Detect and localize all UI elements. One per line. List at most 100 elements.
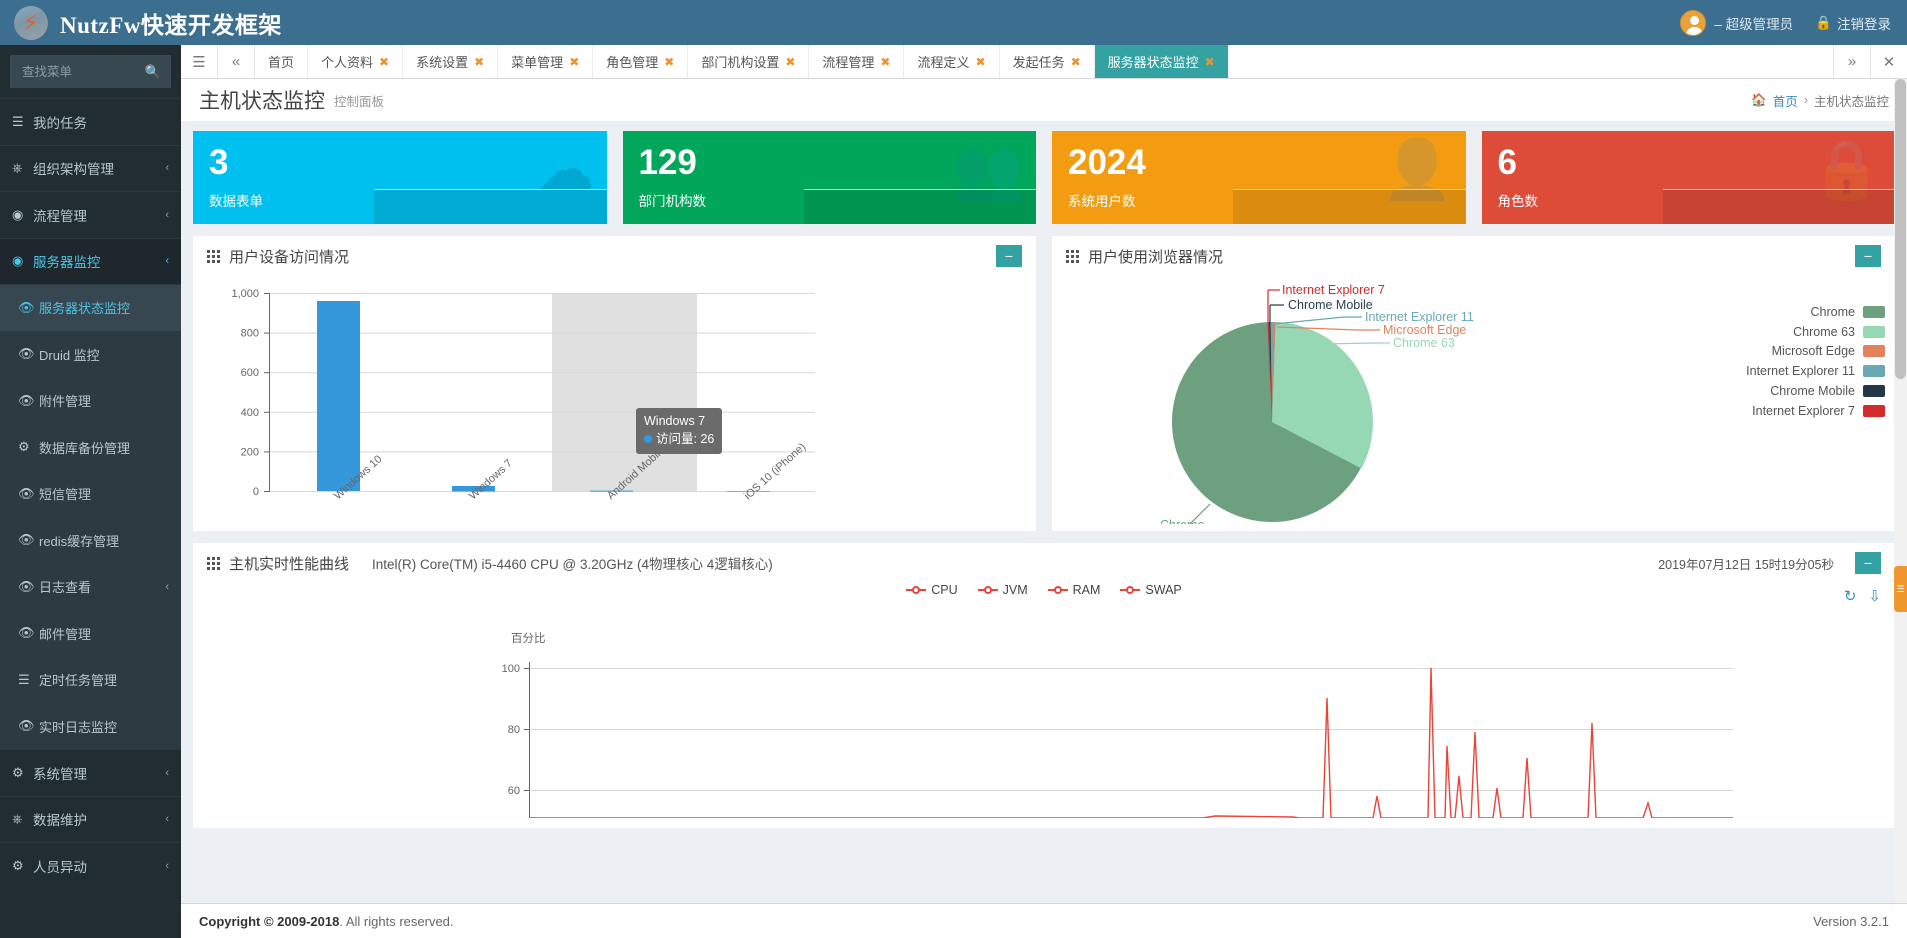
sidebar-item-label: 数据库备份管理 [39, 440, 131, 456]
sidebar-item-8[interactable]: 👁 短信管理 [0, 470, 181, 517]
sidebar-item-label: Druid 监控 [39, 347, 100, 363]
perf-panel-collapse-button[interactable]: − [1855, 552, 1881, 574]
breadcrumb-separator: › [1803, 93, 1808, 107]
tab-3[interactable]: 菜单管理 ✖ [498, 45, 594, 78]
dashboard-icon: ◉ [12, 253, 24, 269]
sidebar-item-9[interactable]: 👁 redis缓存管理 [0, 516, 181, 563]
pie-legend-item-0[interactable]: Chrome [1746, 302, 1885, 322]
sidebar-item-16[interactable]: ⚙ 人员异动 ‹ [0, 842, 181, 889]
perf-legend: CPU JVM RAM SWAP [193, 583, 1895, 597]
info-box-more-link[interactable]: 查看详情➤ [374, 189, 607, 224]
scrollbar-thumb[interactable] [1895, 79, 1906, 379]
tab-8[interactable]: 发起任务 ✖ [1000, 45, 1095, 78]
browser-usage-panel: 用户使用浏览器情况 − Internet Explorer 7 Chrome M… [1052, 236, 1895, 531]
tab-close-icon[interactable]: ✖ [569, 55, 579, 69]
sidebar-item-14[interactable]: ⚙ 系统管理 ‹ [0, 749, 181, 796]
device-panel-collapse-button[interactable]: − [996, 245, 1022, 267]
tab-close-icon[interactable]: ✖ [474, 55, 484, 69]
pie-legend-item-4[interactable]: Chrome Mobile [1746, 381, 1885, 401]
tab-0[interactable]: 首页 [255, 45, 309, 78]
tasks-icon: ☰ [18, 671, 30, 687]
brand-area[interactable]: NutzFw快速开发框架 [0, 0, 281, 45]
main-content: 主机状态监控 控制面板 🏠 首页 › 主机状态监控 ☁3数据表单查看详情➤👥12… [181, 79, 1907, 903]
tabs-close-all-icon[interactable]: ✕ [1870, 45, 1907, 78]
tab-close-icon[interactable]: ✖ [1205, 55, 1215, 69]
sidebar-item-2[interactable]: ◉ 流程管理 ‹ [0, 191, 181, 238]
sidebar-item-15[interactable]: ⎈ 数据维护 ‹ [0, 795, 181, 843]
tab-close-icon[interactable]: ✖ [664, 55, 674, 69]
sidebar-item-10[interactable]: 👁 日志查看 ‹ [0, 563, 181, 610]
host-performance-panel: 主机实时性能曲线 Intel(R) Core(TM) i5-4460 CPU @… [193, 543, 1895, 828]
sidebar-item-5[interactable]: 👁 Druid 监控 [0, 330, 181, 377]
sidebar-item-0[interactable]: ☰ 我的任务 [0, 98, 181, 145]
svg-text:0: 0 [253, 486, 259, 498]
tab-5[interactable]: 部门机构设置 ✖ [688, 45, 810, 78]
tooltip-series-label: 访问量 [656, 432, 694, 447]
perf-timestamp: 2019年07月12日 15时19分05秒 [1658, 557, 1834, 572]
device-panel-title: 用户设备访问情况 [229, 248, 350, 266]
perf-legend-item-2[interactable]: RAM [1047, 583, 1100, 597]
tab-close-icon[interactable]: ✖ [976, 55, 986, 69]
download-icon[interactable]: ⇩ [1868, 587, 1881, 605]
perf-legend-item-1[interactable]: JVM [977, 583, 1028, 597]
tab-close-icon[interactable]: ✖ [880, 55, 890, 69]
pie-legend-item-3[interactable]: Internet Explorer 11 [1746, 361, 1885, 381]
tab-9[interactable]: 服务器状态监控 ✖ [1094, 45, 1229, 78]
app-logo-icon [14, 5, 48, 40]
tabs-prev-icon[interactable]: « [218, 45, 255, 78]
chevron-left-icon: ‹ [165, 580, 169, 593]
sidebar-item-13[interactable]: 👁 实时日志监控 [0, 702, 181, 749]
pie-legend-item-5[interactable]: Internet Explorer 7 [1746, 401, 1885, 421]
page-scrollbar[interactable] [1894, 79, 1907, 903]
tab-2[interactable]: 系统设置 ✖ [403, 45, 499, 78]
sidebar-item-12[interactable]: ☰ 定时任务管理 [0, 656, 181, 703]
pie-legend-label: Chrome 63 [1793, 324, 1855, 339]
grid-icon [207, 556, 220, 570]
breadcrumb: 🏠 首页 › 主机状态监控 [1751, 91, 1889, 110]
menu-search-box[interactable]: 🔍 [10, 55, 171, 88]
tab-6[interactable]: 流程管理 ✖ [809, 45, 905, 78]
tab-close-icon[interactable]: ✖ [379, 55, 389, 69]
user-menu[interactable]: – 超级管理员 [1680, 9, 1793, 36]
perf-legend-item-3[interactable]: SWAP [1120, 583, 1182, 597]
pie-legend-item-1[interactable]: Chrome 63 [1746, 322, 1885, 342]
perf-panel-subtitle: Intel(R) Core(TM) i5-4460 CPU @ 3.20GHz … [372, 557, 773, 572]
info-box-0: ☁3数据表单查看详情➤ [193, 131, 607, 224]
breadcrumb-home[interactable]: 首页 [1773, 91, 1798, 110]
sidebar-item-4[interactable]: 👁 服务器状态监控 [0, 284, 181, 331]
search-input[interactable] [20, 63, 145, 80]
sidebar-item-11[interactable]: 👁 邮件管理 [0, 609, 181, 656]
svg-text:600: 600 [241, 367, 259, 379]
sidebar-item-3[interactable]: ◉ 服务器监控 ‹ [0, 237, 181, 284]
eye-icon: 👁 [18, 485, 35, 501]
info-box-more-link[interactable]: 查看详情➤ [1662, 189, 1895, 224]
device-panel-header: 用户设备访问情况 − [193, 236, 1036, 276]
sidebar-item-6[interactable]: 👁 附件管理 [0, 377, 181, 424]
browser-panel-collapse-button[interactable]: − [1855, 245, 1881, 267]
legend-marker-icon [977, 586, 998, 594]
avatar [1680, 9, 1707, 36]
pie-legend-item-2[interactable]: Microsoft Edge [1746, 342, 1885, 362]
refresh-icon[interactable]: ↻ [1844, 587, 1857, 605]
info-box-more-link[interactable]: 查看详情➤ [803, 189, 1036, 224]
svg-text:Chrome 63: Chrome 63 [1393, 336, 1455, 350]
tab-1[interactable]: 个人资料 ✖ [308, 45, 404, 78]
sidebar-item-1[interactable]: ⎈ 组织架构管理 ‹ [0, 144, 181, 192]
gears-icon: ⚙ [18, 439, 30, 455]
tab-4[interactable]: 角色管理 ✖ [593, 45, 689, 78]
info-box-more-link[interactable]: 查看详情➤ [1233, 189, 1466, 224]
perf-legend-label: SWAP [1145, 583, 1182, 597]
tab-7[interactable]: 流程定义 ✖ [904, 45, 1000, 78]
pie-legend-swatch [1863, 305, 1885, 318]
tab-label: 个人资料 [321, 55, 374, 70]
tab-close-icon[interactable]: ✖ [1071, 55, 1081, 69]
perf-panel-header: 主机实时性能曲线 Intel(R) Core(TM) i5-4460 CPU @… [193, 543, 1895, 583]
sidebar-item-7[interactable]: ⚙ 数据库备份管理 [0, 423, 181, 470]
logout-button[interactable]: 🔒 注销登录 [1815, 13, 1891, 33]
search-icon[interactable]: 🔍 [145, 64, 161, 80]
perf-legend-item-0[interactable]: CPU [906, 583, 958, 597]
side-toggle-tab[interactable]: ☰ [1894, 566, 1907, 612]
tabs-next-icon[interactable]: » [1833, 45, 1870, 78]
menu-toggle-icon[interactable]: ☰ [181, 45, 218, 78]
tab-close-icon[interactable]: ✖ [785, 55, 795, 69]
